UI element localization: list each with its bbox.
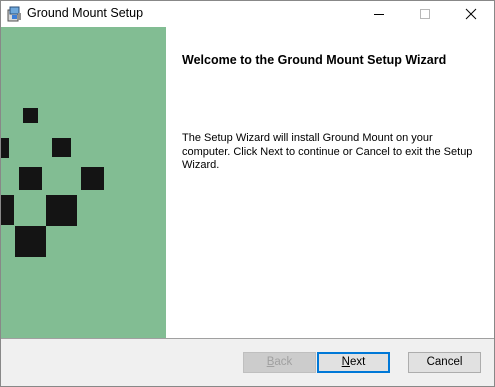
next-button-label: ext: [349, 356, 366, 368]
next-button-mnemonic: N: [341, 356, 350, 368]
window-title: Ground Mount Setup: [27, 6, 144, 20]
back-button-label: ack: [274, 356, 293, 368]
wizard-banner: [1, 27, 166, 338]
close-icon: [465, 8, 477, 20]
minimize-button[interactable]: [356, 1, 402, 27]
next-button[interactable]: Next: [317, 352, 390, 373]
welcome-heading: Welcome to the Ground Mount Setup Wizard: [182, 53, 447, 67]
maximize-icon: [420, 9, 430, 19]
pixel-logo-graphic: [1, 108, 104, 257]
cancel-button[interactable]: Cancel: [408, 352, 481, 373]
installer-app-icon: [6, 5, 23, 22]
maximize-button[interactable]: [402, 1, 448, 27]
close-button[interactable]: [448, 1, 494, 27]
button-bar: Back Next Cancel: [1, 338, 494, 386]
title-bar[interactable]: Ground Mount Setup: [1, 1, 494, 27]
welcome-description: The Setup Wizard will install Ground Mou…: [182, 132, 473, 171]
minimize-icon: [374, 14, 384, 15]
back-button[interactable]: Back: [243, 352, 316, 373]
welcome-panel: Welcome to the Ground Mount Setup Wizard…: [166, 27, 494, 338]
setup-window: Ground Mount Setup Welcome to the Ground…: [0, 0, 495, 387]
